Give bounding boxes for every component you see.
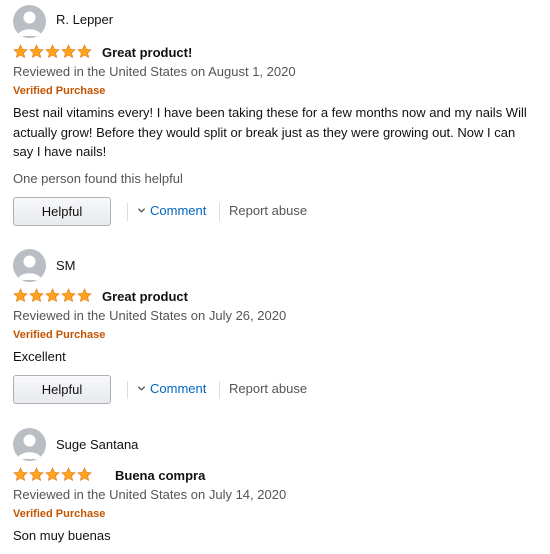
comment-link[interactable]: Comment [137, 203, 206, 218]
star-icon [29, 467, 44, 482]
reviewer-name[interactable]: Suge Santana [56, 437, 138, 452]
star-rating[interactable] [13, 467, 92, 482]
review-date: Reviewed in the United States on July 26… [13, 308, 287, 323]
star-icon [45, 44, 60, 59]
review-body: Best nail vitamins every! I have been ta… [13, 105, 527, 159]
avatar-icon[interactable] [13, 428, 46, 461]
divider [219, 381, 220, 399]
review-item: SM Great product Reviewed in the United … [0, 249, 550, 409]
star-icon [29, 44, 44, 59]
star-icon [61, 467, 76, 482]
reviewer-name[interactable]: R. Lepper [56, 12, 113, 27]
helpful-count: One person found this helpful [13, 171, 183, 186]
comment-label: Comment [150, 203, 207, 218]
star-icon [77, 288, 92, 303]
star-icon [45, 467, 60, 482]
verified-purchase-badge[interactable]: Verified Purchase [13, 508, 105, 520]
star-icon [13, 44, 28, 59]
verified-purchase-badge[interactable]: Verified Purchase [13, 85, 105, 97]
helpful-button[interactable]: Helpful [13, 197, 111, 226]
star-icon [29, 288, 44, 303]
star-icon [13, 288, 28, 303]
comment-link[interactable]: Comment [137, 381, 206, 396]
star-rating[interactable] [13, 288, 92, 303]
star-icon [77, 467, 92, 482]
helpful-button[interactable]: Helpful [13, 375, 111, 404]
divider [219, 203, 220, 221]
divider [127, 381, 128, 399]
star-icon [61, 44, 76, 59]
divider [127, 203, 128, 221]
star-icon [61, 288, 76, 303]
verified-purchase-badge[interactable]: Verified Purchase [13, 329, 105, 341]
chevron-down-icon [137, 384, 146, 393]
chevron-down-icon [137, 206, 146, 215]
star-icon [13, 467, 28, 482]
avatar-icon[interactable] [13, 5, 46, 38]
review-item: R. Lepper Great product! Reviewed in the… [0, 5, 550, 230]
review-title[interactable]: Great product! [102, 45, 192, 60]
review-body: Son muy buenas [13, 528, 111, 543]
review-item: Suge Santana Buena compra Reviewed in th… [0, 428, 550, 554]
reviewer-name[interactable]: SM [56, 258, 76, 273]
star-rating[interactable] [13, 44, 92, 59]
report-abuse-link[interactable]: Report abuse [229, 203, 307, 218]
review-title[interactable]: Great product [102, 289, 188, 304]
review-date: Reviewed in the United States on July 14… [13, 487, 287, 502]
report-abuse-link[interactable]: Report abuse [229, 381, 307, 396]
review-title[interactable]: Buena compra [115, 468, 205, 483]
star-icon [45, 288, 60, 303]
comment-label: Comment [150, 381, 207, 396]
review-date: Reviewed in the United States on August … [13, 64, 296, 79]
star-icon [77, 44, 92, 59]
avatar-icon[interactable] [13, 249, 46, 282]
review-body: Excellent [13, 349, 66, 364]
